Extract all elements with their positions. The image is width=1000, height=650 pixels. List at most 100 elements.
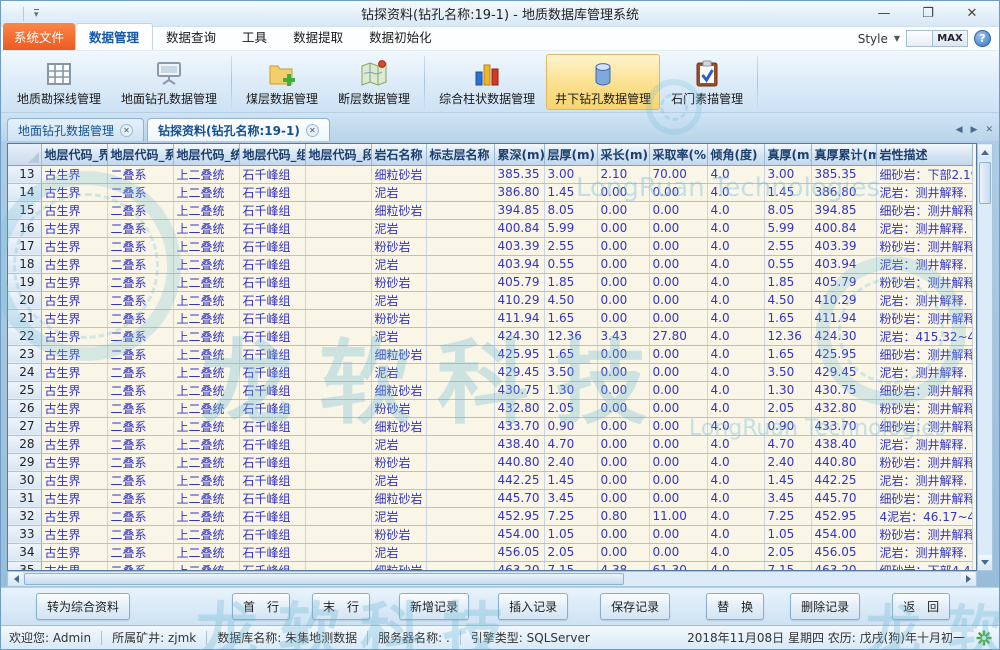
table-cell[interactable]: [305, 399, 371, 417]
table-cell[interactable]: [426, 219, 494, 237]
table-cell[interactable]: 上二叠统: [173, 327, 239, 345]
maximize-button[interactable]: ❐: [919, 6, 937, 21]
table-cell[interactable]: 二叠系: [107, 435, 173, 453]
row-number-cell[interactable]: 13: [8, 165, 41, 183]
table-cell[interactable]: 二叠系: [107, 291, 173, 309]
table-cell[interactable]: 古生界: [41, 291, 107, 309]
table-cell[interactable]: 细粒砂岩: [371, 489, 426, 507]
table-cell[interactable]: [426, 201, 494, 219]
table-cell[interactable]: 二叠系: [107, 507, 173, 525]
ribbon-button-presentation[interactable]: 地面钻孔数据管理: [112, 54, 226, 110]
table-cell[interactable]: 2.40: [544, 453, 597, 471]
table-cell[interactable]: 古生界: [41, 327, 107, 345]
table-cell[interactable]: 4.0: [707, 345, 764, 363]
table-row[interactable]: 27古生界二叠系上二叠统石千峰组细粒砂岩433.700.900.000.004.…: [8, 417, 972, 435]
table-cell[interactable]: 二叠系: [107, 471, 173, 489]
table-cell[interactable]: 泥岩: [371, 327, 426, 345]
table-cell[interactable]: 425.95: [494, 345, 544, 363]
horizontal-scrollbar[interactable]: [7, 571, 977, 587]
table-cell[interactable]: [426, 291, 494, 309]
table-cell[interactable]: 0.00: [649, 489, 707, 507]
table-cell[interactable]: 0.00: [649, 543, 707, 561]
table-cell[interactable]: 二叠系: [107, 417, 173, 435]
table-cell[interactable]: 泥岩: [371, 291, 426, 309]
table-row[interactable]: 14古生界二叠系上二叠统石千峰组泥岩386.801.450.000.004.01…: [8, 183, 972, 201]
table-cell[interactable]: 0.00: [597, 183, 649, 201]
table-cell[interactable]: 0.00: [597, 273, 649, 291]
table-cell[interactable]: 429.45: [494, 363, 544, 381]
table-cell[interactable]: 二叠系: [107, 219, 173, 237]
table-cell[interactable]: 粉砂岩: [371, 525, 426, 543]
table-cell[interactable]: 上二叠统: [173, 291, 239, 309]
table-cell[interactable]: 泥岩: [371, 363, 426, 381]
table-cell[interactable]: [426, 525, 494, 543]
table-cell[interactable]: 0.00: [597, 255, 649, 273]
close-button[interactable]: ✕: [963, 6, 981, 21]
table-cell[interactable]: 445.70: [494, 489, 544, 507]
row-number-cell[interactable]: 25: [8, 381, 41, 399]
vertical-scroll-thumb[interactable]: [979, 162, 991, 204]
table-cell[interactable]: 0.00: [649, 273, 707, 291]
insert-record-button[interactable]: 插入记录: [498, 593, 568, 620]
table-cell[interactable]: 石千峰组: [239, 327, 305, 345]
table-cell[interactable]: 3.50: [764, 363, 811, 381]
table-cell[interactable]: 石千峰组: [239, 489, 305, 507]
table-cell[interactable]: [305, 561, 371, 571]
table-cell[interactable]: 0.00: [649, 381, 707, 399]
table-cell[interactable]: [305, 201, 371, 219]
table-cell[interactable]: [305, 435, 371, 453]
table-cell[interactable]: 405.79: [494, 273, 544, 291]
table-cell[interactable]: 4.0: [707, 255, 764, 273]
tab-next-icon[interactable]: ▶: [971, 125, 978, 135]
table-cell[interactable]: 细砂岩：测井解释.: [876, 345, 972, 363]
ribbon-button-map[interactable]: 断层数据管理: [329, 54, 419, 110]
table-cell[interactable]: [305, 273, 371, 291]
table-cell[interactable]: 438.40: [811, 435, 876, 453]
table-cell[interactable]: 0.00: [649, 471, 707, 489]
first-row-button[interactable]: 首 行: [232, 593, 290, 620]
table-cell[interactable]: 27.80: [649, 327, 707, 345]
table-cell[interactable]: 0.00: [649, 237, 707, 255]
table-cell[interactable]: 4.0: [707, 489, 764, 507]
table-cell[interactable]: 2.05: [544, 543, 597, 561]
scroll-right-icon[interactable]: [961, 572, 975, 586]
row-number-cell[interactable]: 23: [8, 345, 41, 363]
table-cell[interactable]: 泥岩：测井解释.: [876, 219, 972, 237]
table-cell[interactable]: 泥岩: [371, 219, 426, 237]
table-cell[interactable]: 0.00: [597, 219, 649, 237]
table-cell[interactable]: [426, 507, 494, 525]
table-cell[interactable]: 0.00: [649, 255, 707, 273]
table-cell[interactable]: 385.35: [811, 165, 876, 183]
table-cell[interactable]: 0.55: [544, 255, 597, 273]
table-cell[interactable]: 1.45: [544, 183, 597, 201]
table-cell[interactable]: 粉砂岩：测井解释.: [876, 309, 972, 327]
table-row[interactable]: 34古生界二叠系上二叠统石千峰组泥岩456.052.050.000.004.02…: [8, 543, 972, 561]
row-number-cell[interactable]: 30: [8, 471, 41, 489]
scroll-up-icon[interactable]: [978, 145, 992, 159]
table-cell[interactable]: 3.43: [597, 327, 649, 345]
table-cell[interactable]: [426, 165, 494, 183]
table-cell[interactable]: 细砂岩：测井解释.: [876, 381, 972, 399]
table-cell[interactable]: 463.20: [494, 561, 544, 571]
table-cell[interactable]: 古生界: [41, 561, 107, 571]
table-cell[interactable]: 石千峰组: [239, 255, 305, 273]
last-row-button[interactable]: 末 行: [312, 593, 370, 620]
table-cell[interactable]: 古生界: [41, 309, 107, 327]
table-cell[interactable]: 古生界: [41, 507, 107, 525]
table-cell[interactable]: [305, 363, 371, 381]
table-cell[interactable]: 二叠系: [107, 183, 173, 201]
table-cell[interactable]: 400.84: [811, 219, 876, 237]
table-cell[interactable]: 2.55: [764, 237, 811, 255]
table-cell[interactable]: 2.05: [544, 399, 597, 417]
select-all-corner[interactable]: [8, 144, 41, 165]
table-row[interactable]: 16古生界二叠系上二叠统石千峰组泥岩400.845.990.000.004.05…: [8, 219, 972, 237]
table-row[interactable]: 21古生界二叠系上二叠统石千峰组粉砂岩411.941.650.000.004.0…: [8, 309, 972, 327]
table-cell[interactable]: 4.0: [707, 309, 764, 327]
row-number-cell[interactable]: 18: [8, 255, 41, 273]
table-cell[interactable]: 上二叠统: [173, 543, 239, 561]
table-cell[interactable]: 1.45: [544, 471, 597, 489]
table-cell[interactable]: 二叠系: [107, 399, 173, 417]
table-cell[interactable]: 442.25: [811, 471, 876, 489]
table-cell[interactable]: [426, 543, 494, 561]
table-cell[interactable]: 0.00: [649, 363, 707, 381]
